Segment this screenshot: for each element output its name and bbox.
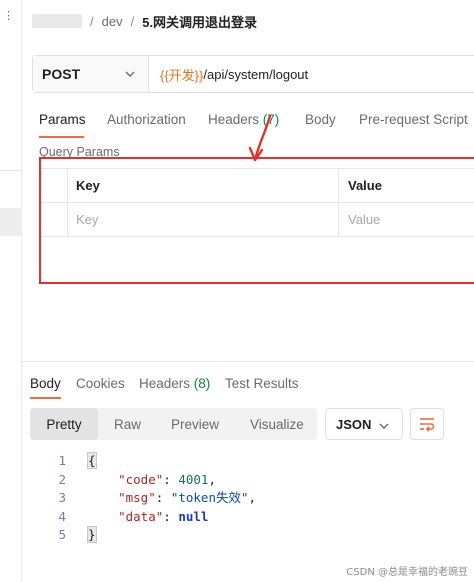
url-path: /api/system/logout [203, 66, 309, 82]
watermark: CSDN @总是幸福的老豌豆 [346, 567, 468, 578]
view-mode-group: Pretty Raw Preview Visualize [30, 408, 317, 440]
breadcrumb-folder[interactable]: dev [102, 14, 123, 29]
chevron-down-icon [379, 423, 389, 429]
tab-body[interactable]: Body [305, 112, 336, 127]
tab-pre-request-script[interactable]: Pre-request Script [359, 112, 468, 127]
wrap-lines-button[interactable] [410, 408, 444, 440]
url-input[interactable]: {{开发}}/api/system/logout [149, 56, 474, 92]
breadcrumb: / dev / 5.网关调用退出登录 [32, 12, 257, 30]
view-raw-button[interactable]: Raw [114, 408, 141, 440]
view-visualize-button[interactable]: Visualize [250, 408, 304, 440]
close-brace: } [87, 526, 97, 544]
response-headers-count: (8) [193, 376, 211, 391]
red-arrow-annotation-icon [248, 114, 272, 162]
sidebar-selected-item[interactable] [0, 208, 22, 236]
json-key-data: "data" [118, 508, 164, 524]
tab-params[interactable]: Params [39, 112, 86, 127]
json-value-code: 4001 [178, 471, 209, 487]
url-bar: POST {{开发}}/api/system/logout [32, 55, 474, 93]
tab-authorization[interactable]: Authorization [107, 112, 186, 127]
request-name[interactable]: 5.网关调用退出登录 [142, 12, 257, 31]
line-number: 5 [58, 527, 66, 543]
chevron-down-icon [125, 71, 135, 77]
breadcrumb-separator: / [90, 13, 94, 29]
method-label: POST [42, 66, 81, 82]
url-variable: {{开发}} [160, 67, 204, 83]
view-preview-button[interactable]: Preview [171, 408, 219, 440]
breadcrumb-separator: / [130, 13, 135, 29]
line-number: 2 [58, 471, 66, 487]
annotation-highlight-box [39, 157, 474, 284]
response-tab-headers[interactable]: Headers (8) [139, 376, 210, 391]
line-number: 1 [58, 453, 66, 468]
blurred-collection-name[interactable] [32, 14, 82, 28]
active-response-tab-indicator [30, 397, 61, 399]
line-number: 3 [58, 490, 66, 506]
response-tab-body[interactable]: Body [30, 376, 61, 391]
json-key-msg: "msg" [118, 490, 156, 506]
active-tab-indicator [39, 136, 84, 138]
format-label: JSON [336, 416, 372, 432]
pane-divider[interactable] [22, 361, 474, 362]
json-key-code: "code" [118, 471, 164, 487]
open-brace: { [87, 452, 97, 469]
wrap-lines-icon [420, 418, 435, 432]
json-value-data: null [178, 508, 209, 524]
response-tab-test-results[interactable]: Test Results [225, 376, 299, 391]
format-select[interactable]: JSON [325, 408, 403, 440]
more-icon[interactable]: ⋮ [3, 9, 14, 22]
sidebar-divider [0, 170, 22, 171]
response-tab-cookies[interactable]: Cookies [76, 376, 125, 391]
sidebar-strip: ⋮ [0, 0, 22, 582]
method-select[interactable]: POST [33, 56, 149, 92]
line-number: 4 [58, 508, 66, 524]
view-pretty-button[interactable]: Pretty [30, 408, 98, 440]
json-value-msg: "token失效" [170, 490, 249, 506]
